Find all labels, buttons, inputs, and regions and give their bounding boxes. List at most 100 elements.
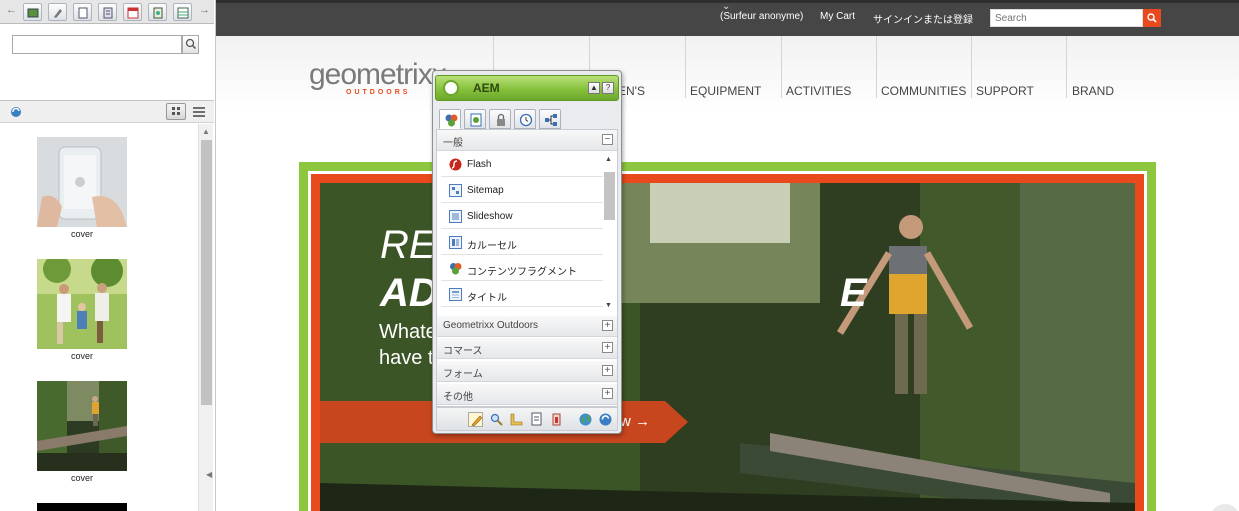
expand-group-icon[interactable]: + — [602, 365, 613, 376]
anonymous-user-label: (Surfeur anonyme) — [720, 11, 804, 22]
client-context-icon[interactable] — [549, 412, 564, 427]
finder-search-button[interactable] — [182, 35, 199, 54]
preview-magnifier-icon[interactable] — [489, 412, 504, 427]
collapse-icon[interactable]: ▲ — [588, 82, 600, 94]
component-label: コンテンツフラグメント — [467, 267, 577, 278]
component-carousel[interactable]: カルーセル — [441, 230, 603, 255]
content-finder: ← → cover cover cover ▲ ◀ — [0, 0, 216, 511]
component-title[interactable]: タイトル — [441, 282, 603, 307]
help-icon[interactable]: ? — [602, 82, 614, 94]
component-list-scrollbar[interactable]: ▲ ▼ — [603, 152, 615, 312]
panel-collapse-icon[interactable]: ◀ — [206, 470, 212, 479]
finder-scroll-thumb[interactable] — [201, 140, 212, 405]
component-content-fragment[interactable]: コンテンツフラグメント — [441, 256, 603, 281]
tab-products[interactable] — [123, 3, 142, 21]
component-list: Flash Sitemap Slideshow カルーセル コンテンツフラグメン… — [437, 152, 617, 312]
design-mode-ruler-icon[interactable] — [509, 412, 524, 427]
refresh-icon[interactable] — [598, 412, 613, 427]
nav-item-equipment[interactable]: EQUIPMENT — [690, 84, 761, 98]
group-other[interactable]: その他 + — [437, 384, 617, 405]
hero-subtext-1: Whate — [379, 321, 437, 343]
group-forms[interactable]: フォーム + — [437, 361, 617, 382]
signin-link[interactable]: サインインまたは登録 — [873, 11, 973, 26]
nav-divider — [1066, 36, 1067, 98]
asset-item[interactable]: cover — [36, 381, 128, 483]
scroll-top-button[interactable] — [1210, 504, 1239, 511]
hero-headline-2: AD — [380, 271, 438, 315]
tab-pages[interactable] — [73, 3, 92, 21]
content-fragment-icon — [450, 263, 462, 275]
list-view-icon[interactable] — [191, 104, 207, 119]
component-sitemap[interactable]: Sitemap — [441, 178, 603, 203]
tab-scroll-right-icon[interactable]: → — [199, 4, 210, 16]
asset-item[interactable]: cover — [36, 259, 128, 361]
tab-manuscripts[interactable] — [173, 3, 192, 21]
group-general[interactable]: 一般 − — [437, 130, 617, 151]
component-flash[interactable]: Flash — [441, 152, 603, 177]
nav-divider — [685, 36, 686, 98]
group-geometrixx-outdoors[interactable]: Geometrixx Outdoors + — [437, 316, 617, 337]
page-icon — [78, 7, 88, 19]
tab-versioning[interactable] — [514, 109, 536, 129]
globe-icon[interactable] — [578, 412, 593, 427]
nav-item-mens[interactable]: EN'S — [618, 84, 645, 98]
group-general-label: 一般 — [443, 138, 463, 149]
tab-paragraphs[interactable] — [98, 3, 117, 21]
tab-images[interactable] — [23, 3, 42, 21]
logo-subtext: OUTDOORS — [346, 89, 411, 96]
site-search-button[interactable] — [1143, 9, 1161, 27]
scaffolding-icon[interactable] — [529, 412, 544, 427]
nav-item-activities[interactable]: ACTIVITIES — [786, 84, 851, 98]
asset-caption: cover — [70, 229, 93, 239]
tab-components[interactable] — [439, 109, 461, 129]
nav-divider — [876, 36, 877, 98]
site-logo[interactable]: geometrixx OUTDOORS — [309, 58, 447, 96]
tab-documents[interactable] — [48, 3, 67, 21]
component-label: Slideshow — [467, 211, 513, 222]
hero-banner[interactable]: RE AD E Whate have t w → — [299, 162, 1156, 511]
hero-cta[interactable]: w → — [620, 413, 650, 430]
component-list-scroll-thumb[interactable] — [604, 172, 615, 220]
expand-group-icon[interactable]: + — [602, 320, 613, 331]
sidekick-titlebar[interactable]: AEM ▲ ? — [435, 75, 619, 101]
clock-icon — [519, 113, 533, 127]
nav-item-brand[interactable]: BRAND — [1072, 84, 1114, 98]
expand-group-icon[interactable]: + — [602, 342, 613, 353]
logo-text: geometrixx — [309, 58, 447, 91]
group-commerce[interactable]: コマース + — [437, 338, 617, 359]
edit-mode-pencil-icon[interactable] — [468, 412, 483, 427]
scroll-down-icon[interactable]: ▼ — [605, 302, 612, 309]
group-label: Geometrixx Outdoors — [443, 320, 539, 331]
scroll-up-icon[interactable]: ▲ — [605, 156, 612, 163]
asset-caption: cover — [70, 473, 93, 483]
finder-search-input[interactable] — [12, 35, 182, 54]
paragraph-icon — [103, 7, 113, 19]
asset-item[interactable]: cover — [36, 137, 128, 239]
nav-item-support[interactable]: SUPPORT — [976, 84, 1034, 98]
asset-thumbnail — [37, 503, 127, 511]
component-label: Flash — [467, 159, 492, 170]
site-search-input[interactable] — [990, 9, 1143, 27]
hero-headline-2-end: E — [840, 271, 867, 315]
scroll-up-icon[interactable]: ▲ — [202, 127, 210, 136]
nav-item-communities[interactable]: COMMUNITIES — [881, 84, 966, 98]
tab-information[interactable] — [539, 109, 561, 129]
tab-flash[interactable] — [148, 3, 167, 21]
my-cart-link[interactable]: My Cart — [820, 11, 855, 22]
page-icon — [470, 113, 482, 127]
aem-sidekick[interactable]: AEM ▲ ? 一般 − Flash Sitemap Slideshow カルー… — [432, 70, 622, 434]
component-slideshow[interactable]: Slideshow — [441, 204, 603, 229]
components-panel: 一般 − Flash Sitemap Slideshow カルーセル コンテンツ… — [436, 129, 618, 407]
tab-page[interactable] — [464, 109, 486, 129]
asset-item[interactable] — [36, 503, 128, 511]
tab-scroll-left-icon[interactable]: ← — [6, 4, 17, 16]
refresh-icon[interactable] — [9, 105, 23, 119]
lock-icon — [497, 113, 505, 126]
finder-scrollbar[interactable]: ▲ — [198, 124, 213, 511]
grid-icon — [172, 107, 180, 115]
sitemap-icon — [449, 184, 462, 197]
tab-workflow[interactable] — [489, 109, 511, 129]
collapse-group-icon[interactable]: − — [602, 134, 613, 145]
grid-view-button[interactable] — [166, 103, 186, 120]
expand-group-icon[interactable]: + — [602, 388, 613, 399]
